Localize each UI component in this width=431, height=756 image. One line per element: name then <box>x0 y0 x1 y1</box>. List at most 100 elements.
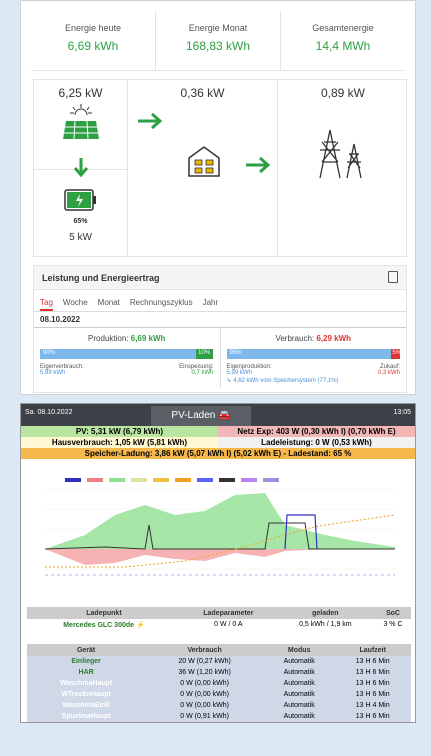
geraet-laufzeit: 13 H 4 Min <box>334 700 411 711</box>
energy-month-value: 168,83 kWh <box>185 39 251 53</box>
pv-date: Sa. 08.10.2022 <box>25 409 73 416</box>
stats-row: Produktion: 6,69 kWh 90% 10% Eigenverbra… <box>34 328 406 388</box>
tab-monat[interactable]: Monat <box>98 298 120 311</box>
production-bar-self: 90% <box>40 349 197 359</box>
production-head: Produktion: 6,69 kWh <box>40 334 214 343</box>
card-title: Leistung und Energieertrag <box>34 266 406 290</box>
geraet-name[interactable]: SpuelmaHaupt <box>27 711 146 722</box>
soc-head: SoC <box>374 607 411 619</box>
arrow-down-icon <box>73 158 89 178</box>
geraet-modus: Automatik <box>264 656 335 667</box>
energy-today-value: 6,69 kWh <box>67 39 119 53</box>
haus-summary: Hausverbrauch: 1,05 kW (5,81 kWh) <box>21 437 218 448</box>
table-row[interactable]: HAR 36 W (1,20 kWh) Automatik 13 H 6 Min <box>27 667 411 678</box>
period-tabs: Tag Woche Monat Rechnungszyklus Jahr <box>34 290 406 312</box>
eigenverbrauch-value: 5,99 kWh <box>40 370 66 376</box>
energy-card: Leistung und Energieertrag Tag Woche Mon… <box>33 265 407 393</box>
pv-title-bar: Sa. 08.10.2022 PV-Laden 🚘 13:05 <box>21 404 415 426</box>
production-value: 6,69 kWh <box>130 334 166 343</box>
netz-summary: Netz Exp: 403 W (0,30 kWh I) (0,70 kWh E… <box>218 426 415 437</box>
production-bar: 90% 10% <box>40 349 214 359</box>
tab-tag[interactable]: Tag <box>40 298 53 311</box>
ladepunkt-name[interactable]: Mercedes GLC 300de ⚡ <box>27 619 181 630</box>
card-title-text: Leistung und Energieertrag <box>42 273 160 283</box>
geraet-verbrauch: 0 W (0,00 kWh) <box>145 689 264 700</box>
geraet-name[interactable]: WTrocknHaupt <box>27 689 146 700</box>
geraet-name[interactable]: HAR <box>27 667 146 678</box>
laufzeit-head: Laufzeit <box>334 644 411 656</box>
speicher-note: ↳ 4,62 kWh vom Speichersystem (77,1%) <box>226 378 339 384</box>
energy-total: Gesamtenergie 14,4 MWh <box>281 11 405 70</box>
table-row[interactable]: WaschmaHaupt 0 W (0,00 kWh) Automatik 13… <box>27 678 411 689</box>
consumption-value: 6,29 kWh <box>316 334 352 343</box>
tab-woche[interactable]: Woche <box>63 298 88 311</box>
geraet-laufzeit: 13 H 6 Min <box>334 656 411 667</box>
zukauf-value: 0,3 kWh <box>377 370 400 376</box>
table-row[interactable]: SpuelmaHaupt 0 W (0,91 kWh) Automatik 13… <box>27 711 411 722</box>
haus-lade-row: Hausverbrauch: 1,05 kW (5,81 kWh) Ladele… <box>21 437 415 448</box>
geraet-modus: Automatik <box>264 678 335 689</box>
pv-title: PV-Laden 🚘 <box>151 406 251 426</box>
production-bar-feed: 10% <box>196 349 214 359</box>
table-row[interactable]: WTrocknHaupt 0 W (0,00 kWh) Automatik 13… <box>27 689 411 700</box>
consumption-bar: 95% 5% <box>226 349 401 359</box>
pv-power: 6,25 kW <box>58 86 103 100</box>
consumption-values: 5,99 kWh 0,3 kWh <box>227 370 401 376</box>
house-power: 0,36 kW <box>180 86 225 100</box>
energy-dashboard: Energie heute 6,69 kWh Energie Monat 168… <box>20 0 416 395</box>
arrow-right-icon <box>246 156 271 174</box>
geladen-value: 0,5 kWh / 1,9 km <box>275 619 375 630</box>
geraet-name[interactable]: Einlieger <box>27 656 146 667</box>
solar-panel-icon <box>63 104 99 140</box>
geladen-head: geladen <box>275 607 375 619</box>
arrow-right-icon <box>138 112 163 130</box>
pv-time: 13:05 <box>393 409 411 416</box>
battery-power: 5 kW <box>69 232 92 243</box>
power-chart <box>25 474 413 596</box>
ladeparameter-head: Ladeparameter <box>180 607 276 619</box>
tab-jahr[interactable]: Jahr <box>203 298 219 311</box>
house-icon <box>188 146 220 177</box>
consumption-bar-self: 95% <box>226 349 392 359</box>
geraet-laufzeit: 13 H 6 Min <box>334 711 411 722</box>
consumption-bar-buy: 5% <box>391 349 401 359</box>
pv-laden-panel: Sa. 08.10.2022 PV-Laden 🚘 13:05 PV: 5,31… <box>20 403 416 723</box>
tab-rechnungszyklus[interactable]: Rechnungszyklus <box>130 298 193 311</box>
modus-head: Modus <box>264 644 335 656</box>
geraet-modus: Automatik <box>264 700 335 711</box>
geraet-modus: Automatik <box>264 711 335 722</box>
verbrauch-head: Verbrauch <box>145 644 264 656</box>
geraet-laufzeit: 13 H 6 Min <box>334 678 411 689</box>
table-row[interactable]: Einlieger 20 W (0,27 kWh) Automatik 13 H… <box>27 656 411 667</box>
pv-netz-row: PV: 5,31 kW (6,79 kWh) Netz Exp: 403 W (… <box>21 426 415 437</box>
energy-total-value: 14,4 MWh <box>315 39 371 53</box>
ladeparameter-value: 0 W / 0 A <box>180 619 276 630</box>
energy-today-label: Energie heute <box>64 23 122 33</box>
document-icon[interactable] <box>388 271 398 283</box>
energy-month: Energie Monat 168,83 kWh <box>156 11 281 70</box>
eigenproduktion-value: 5,99 kWh <box>226 370 252 376</box>
soc-value[interactable]: 3 % C <box>374 619 411 630</box>
geraet-name[interactable]: WaschmaEinli <box>27 700 146 711</box>
grid-cell: 0,89 kW <box>278 80 408 258</box>
geraet-verbrauch: 0 W (0,91 kWh) <box>145 711 264 722</box>
geraete-table: Gerät Verbrauch Modus Laufzeit Einlieger… <box>27 644 411 722</box>
lade-summary: Ladeleistung: 0 W (0,53 kWh) <box>218 437 415 448</box>
grid-power: 0,89 kW <box>320 86 365 100</box>
geraet-laufzeit: 13 H 6 Min <box>334 667 411 678</box>
einspeisung-value: 0,7 kWh <box>191 370 214 376</box>
pv-summary: PV: 5,31 kW (6,79 kWh) <box>21 426 218 437</box>
power-flow: 6,25 kW 65% 5 kW 0,36 kW 0,89 kW <box>33 79 408 258</box>
ladepunkt-table: Ladepunkt Ladeparameter geladen SoC Merc… <box>27 607 411 630</box>
geraet-verbrauch: 0 W (0,00 kWh) <box>145 678 264 689</box>
geraet-verbrauch: 20 W (0,27 kWh) <box>145 656 264 667</box>
production-label: Produktion: <box>88 334 129 343</box>
power-pylon-icon <box>319 129 362 179</box>
table-row[interactable]: WaschmaEinli 0 W (0,00 kWh) Automatik 13… <box>27 700 411 711</box>
house-cell: 0,36 kW <box>128 80 278 258</box>
geraet-verbrauch: 0 W (0,00 kWh) <box>145 700 264 711</box>
production-values: 5,99 kWh 0,7 kWh <box>40 370 214 376</box>
speicher-row: Speicher-Ladung: 3,86 kW (5,07 kWh I) (5… <box>21 448 415 459</box>
production-stat: Produktion: 6,69 kWh 90% 10% Eigenverbra… <box>34 328 221 388</box>
geraet-name[interactable]: WaschmaHaupt <box>27 678 146 689</box>
